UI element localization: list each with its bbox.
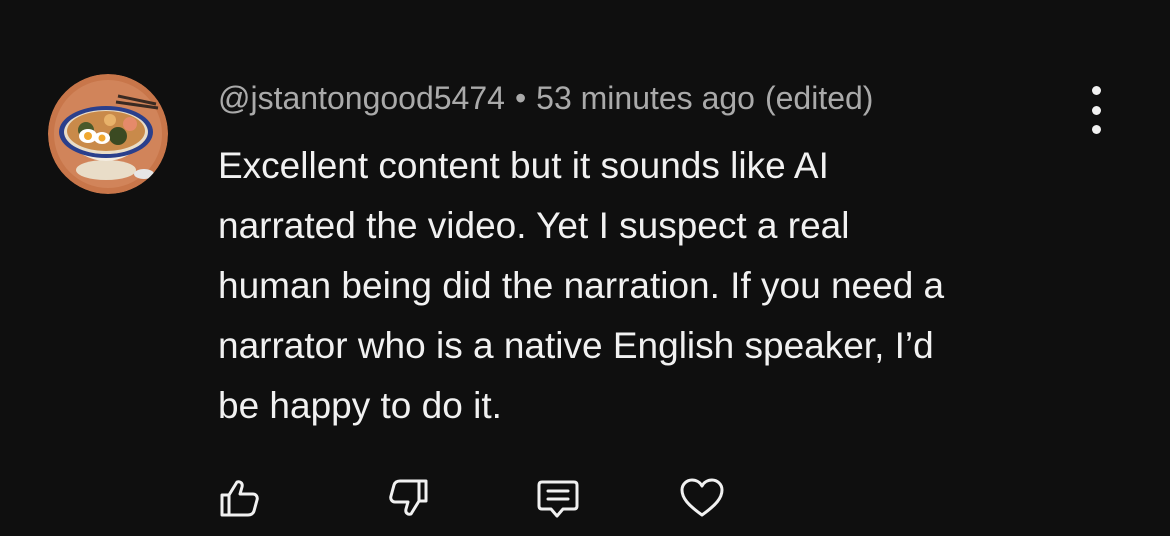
more-actions-button[interactable]	[1076, 86, 1116, 134]
comment-reply-icon	[537, 480, 579, 518]
comment-text-line: Excellent content but it sounds like AI	[218, 145, 829, 186]
ramen-bowl-icon	[48, 74, 168, 194]
comment-timestamp[interactable]: 53 minutes ago	[536, 80, 755, 116]
author-handle[interactable]: @jstantongood5474	[218, 80, 505, 116]
edited-label: (edited)	[764, 80, 874, 116]
comment-text-line: be happy to do it.	[218, 385, 502, 426]
heart-button[interactable]	[678, 474, 726, 522]
comment: @jstantongood5474 • 53 minutes ago (edited)…	[0, 0, 1170, 536]
avatar[interactable]	[48, 74, 168, 194]
thumbs-up-icon	[220, 480, 259, 517]
comment-text-line: narrated the video. Yet I suspect a real	[218, 205, 850, 246]
more-vertical-icon-dot	[1091, 105, 1101, 115]
dislike-button[interactable]	[384, 474, 432, 522]
like-button[interactable]	[216, 474, 264, 522]
comment-text: Excellent content but it sounds like AI …	[218, 136, 1118, 436]
comment-meta: @jstantongood5474 • 53 minutes ago (edited)	[218, 78, 873, 118]
heart-icon	[680, 478, 724, 517]
more-vertical-icon	[1091, 86, 1101, 95]
comment-text-line: narrator who is a native English speaker…	[218, 325, 934, 366]
comment-text-line: human being did the narration. If you ne…	[218, 265, 945, 306]
more-vertical-icon-dot	[1091, 125, 1101, 134]
reply-button[interactable]	[534, 474, 582, 522]
meta-separator: •	[514, 80, 527, 116]
thumbs-down-icon	[389, 479, 428, 516]
